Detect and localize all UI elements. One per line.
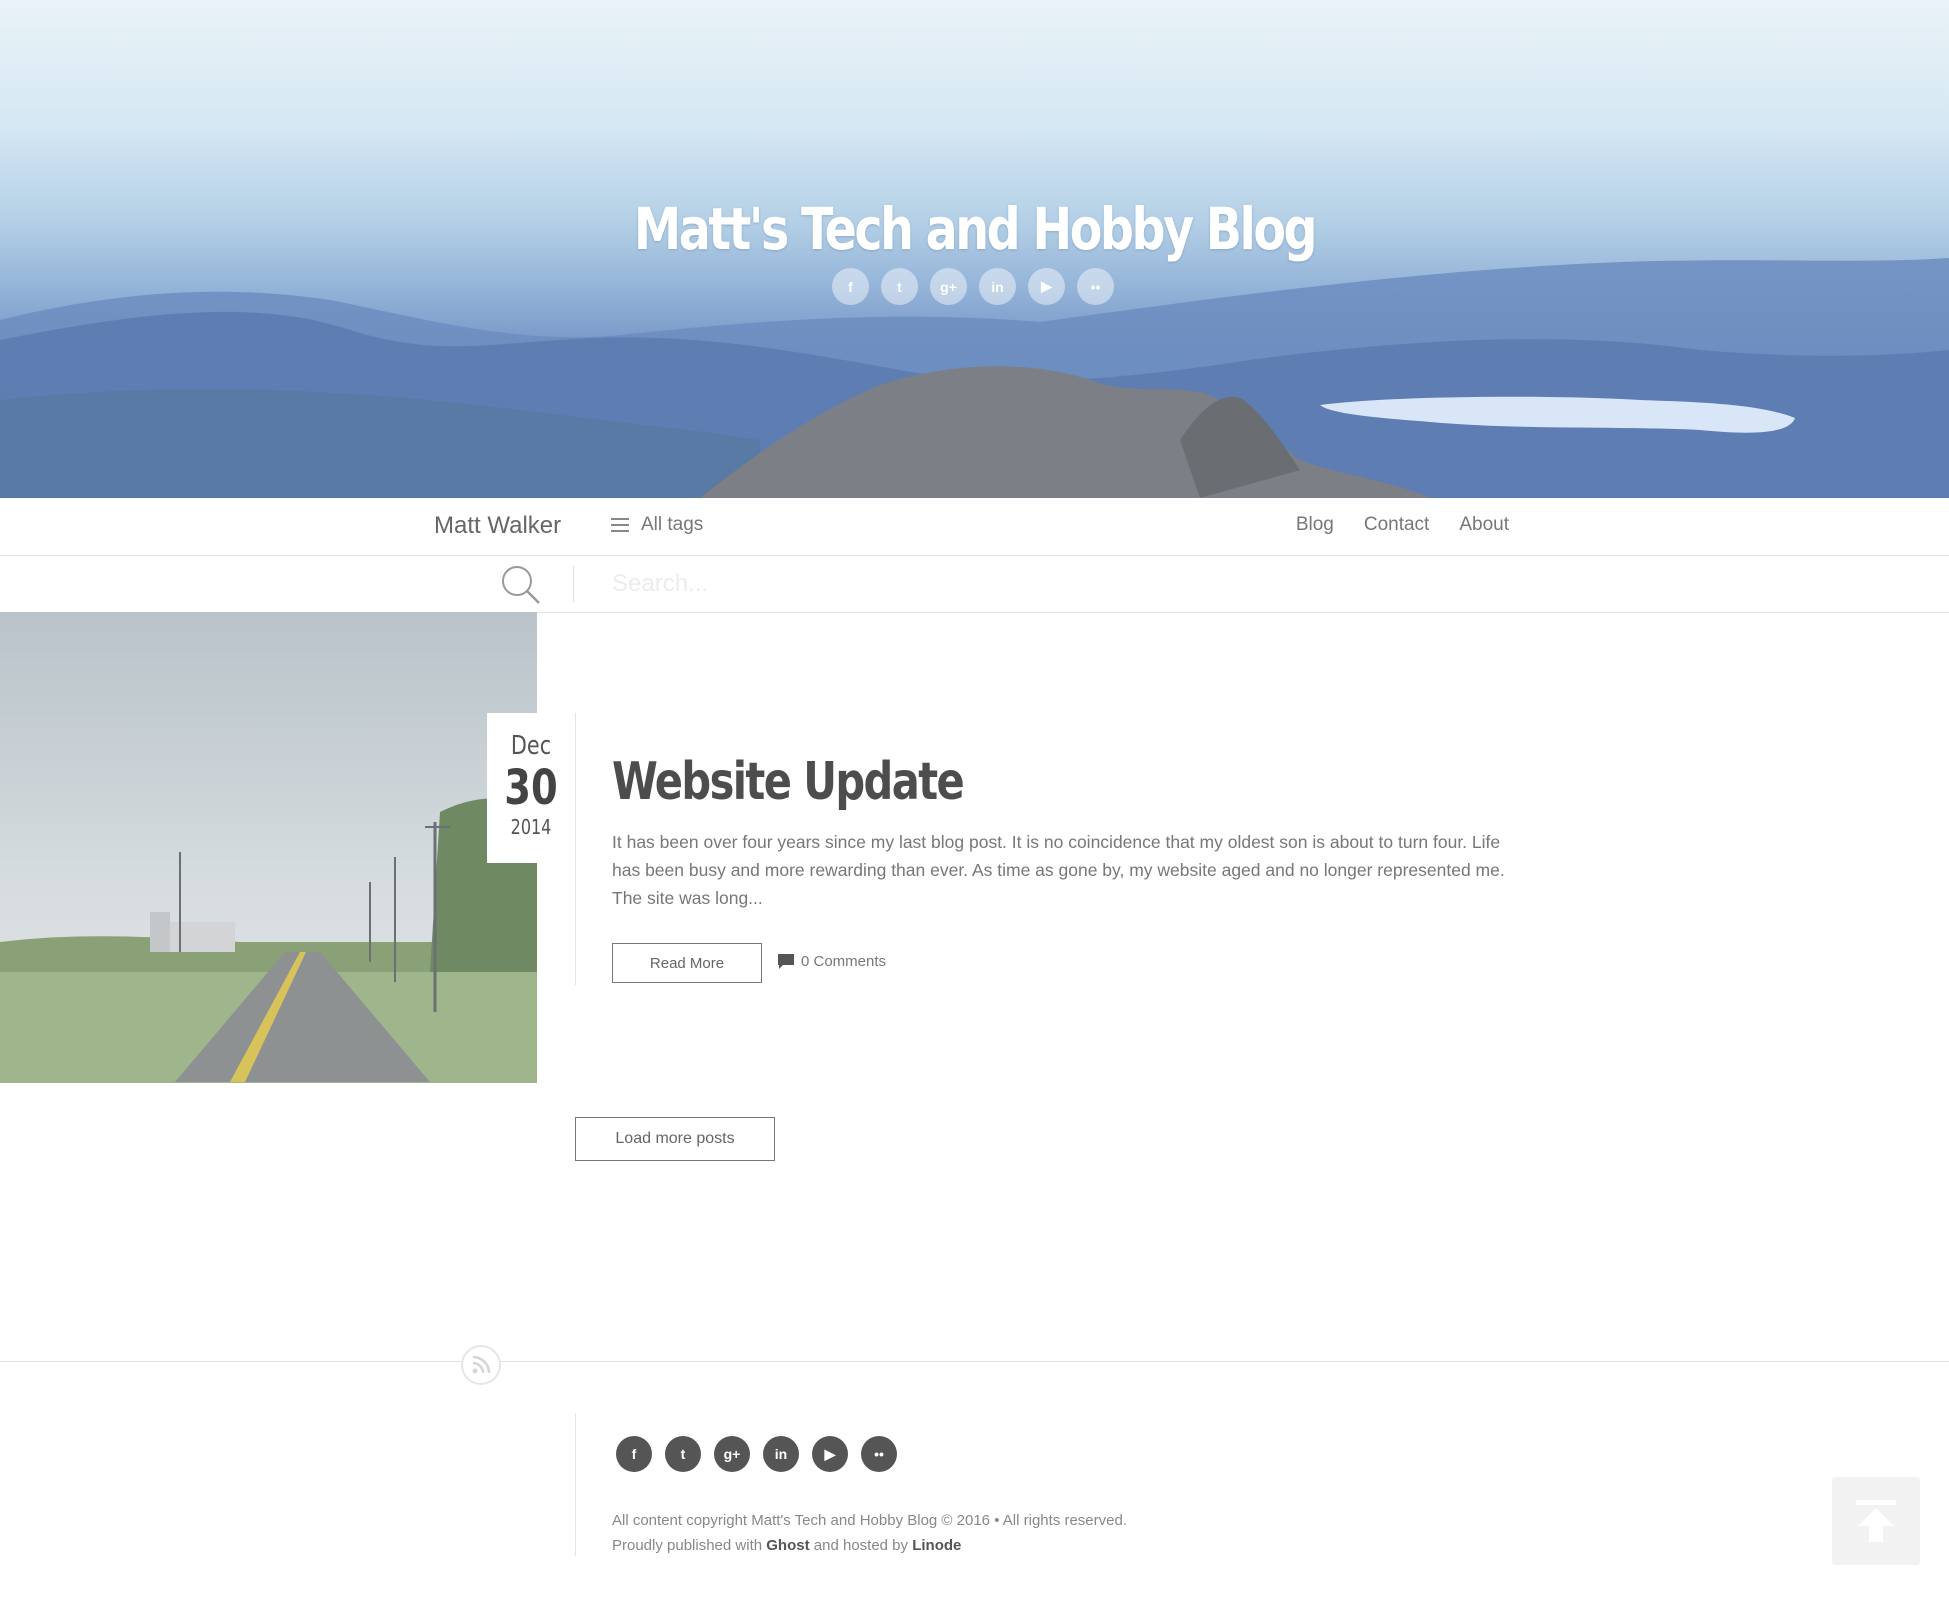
post-date-badge: Dec 30 2014: [487, 713, 575, 863]
linode-link[interactable]: Linode: [912, 1537, 961, 1554]
linkedin-icon[interactable]: in: [979, 268, 1016, 305]
nav-link-about[interactable]: About: [1459, 514, 1509, 536]
hosted-text: and hosted by: [813, 1537, 909, 1554]
post-excerpt: It has been over four years since my las…: [612, 832, 1505, 908]
twitter-icon[interactable]: t: [881, 268, 918, 305]
google-plus-icon[interactable]: g+: [930, 268, 967, 305]
arrow-up-icon: [1856, 1500, 1896, 1542]
search-divider: [573, 566, 574, 602]
site-title: Matt's Tech and Hobby Blog: [633, 195, 1318, 263]
nav-link-blog[interactable]: Blog: [1296, 514, 1334, 536]
comments-link[interactable]: 0 Comments: [778, 953, 886, 970]
youtube-icon[interactable]: ▶: [1028, 268, 1065, 305]
all-tags-label: All tags: [641, 514, 704, 535]
twitter-icon[interactable]: t: [665, 1436, 701, 1472]
back-to-top-button[interactable]: [1832, 1477, 1920, 1565]
post-date-month: Dec: [510, 731, 552, 761]
footer-rule: [575, 1413, 576, 1556]
post-date-year: 2014: [510, 815, 552, 839]
published-line: Proudly published with Ghost and hosted …: [612, 1533, 1127, 1558]
facebook-icon[interactable]: f: [616, 1436, 652, 1472]
comments-count: 0 Comments: [801, 953, 887, 970]
post-divider: [575, 713, 576, 985]
footer-social-links: f t g+ in ▶ ••: [616, 1436, 897, 1472]
youtube-icon[interactable]: ▶: [812, 1436, 848, 1472]
post-featured-image[interactable]: [0, 612, 537, 1083]
search-icon[interactable]: [500, 564, 542, 606]
ghost-link[interactable]: Ghost: [766, 1537, 809, 1554]
flickr-icon[interactable]: ••: [1077, 268, 1114, 305]
brand-link[interactable]: Matt Walker: [434, 512, 561, 540]
load-more-posts-button[interactable]: Load more posts: [575, 1117, 775, 1161]
footer-divider: [0, 1361, 1949, 1362]
post-date-day: 30: [504, 760, 558, 816]
nav-link-contact[interactable]: Contact: [1364, 514, 1429, 536]
search-input[interactable]: [610, 564, 1514, 604]
navigation-bar: Matt Walker All tags Blog Contact About: [0, 498, 1949, 556]
facebook-icon[interactable]: f: [832, 268, 869, 305]
linkedin-icon[interactable]: in: [763, 1436, 799, 1472]
post-title[interactable]: Website Update: [612, 752, 965, 812]
hero-social-links: f t g+ in ▶ ••: [832, 268, 1114, 305]
read-more-button[interactable]: Read More: [612, 943, 762, 983]
hero-banner: Matt's Tech and Hobby Blog f t g+ in ▶ •…: [0, 0, 1949, 498]
rss-icon[interactable]: [461, 1345, 501, 1385]
nav-links: Blog Contact About: [1296, 514, 1509, 536]
footer-copyright: All content copyright Matt's Tech and Ho…: [612, 1508, 1127, 1558]
menu-icon: [611, 518, 629, 532]
published-prefix: Proudly published with: [612, 1537, 763, 1554]
comment-icon: [778, 954, 794, 969]
search-bar: [0, 556, 1949, 613]
google-plus-icon[interactable]: g+: [714, 1436, 750, 1472]
all-tags-button[interactable]: All tags: [611, 514, 703, 536]
copyright-text: All content copyright Matt's Tech and Ho…: [612, 1512, 1127, 1529]
flickr-icon[interactable]: ••: [861, 1436, 897, 1472]
